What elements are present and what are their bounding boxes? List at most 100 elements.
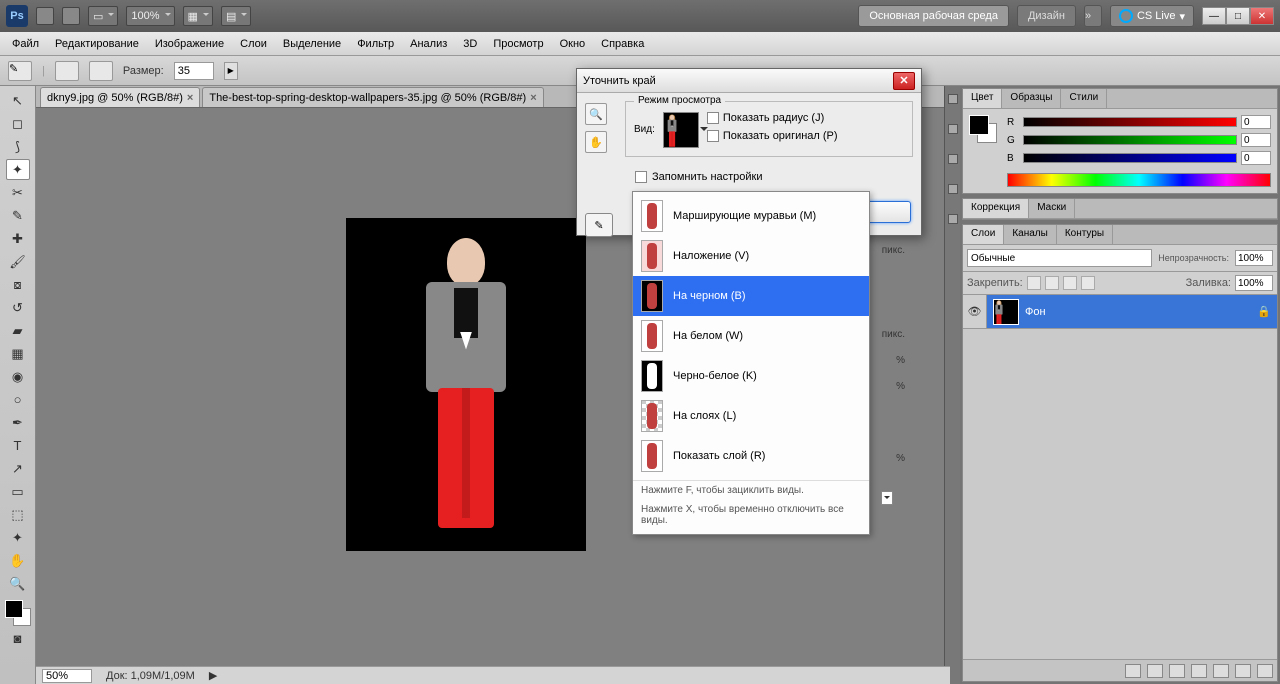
lock-position-icon[interactable] [1045,276,1059,290]
quick-mask-icon[interactable]: ◙ [6,628,30,649]
menu-Редактирование[interactable]: Редактирование [47,34,147,54]
view-option[interactable]: Показать слой (R) [633,436,869,476]
view-option[interactable]: На белом (W) [633,316,869,356]
b-input[interactable] [1241,151,1271,165]
path-tool-icon[interactable]: ↗ [6,458,30,479]
g-input[interactable] [1241,133,1271,147]
gradient-tool-icon[interactable]: ▦ [6,343,30,364]
r-slider[interactable] [1023,117,1237,127]
show-original-checkbox[interactable]: Показать оригинал (P) [707,130,838,142]
zoom-tool-icon[interactable]: 🔍 [585,103,607,125]
delete-icon[interactable] [1257,664,1273,678]
mask-icon[interactable] [1169,664,1185,678]
quick-select-tool-icon[interactable]: ✦ [6,159,30,180]
blend-mode-dropdown[interactable]: Обычные [967,249,1152,267]
pen-tool-icon[interactable]: ✒ [6,412,30,433]
close-button[interactable]: ✕ [1250,7,1274,25]
eyedropper-tool-icon[interactable]: ✎ [6,205,30,226]
menu-Окно[interactable]: Окно [552,34,594,54]
crop-tool-icon[interactable]: ✂ [6,182,30,203]
panel-tab[interactable]: Маски [1029,199,1075,218]
bridge-icon[interactable] [36,7,54,25]
b-slider[interactable] [1023,153,1237,163]
dialog-titlebar[interactable]: Уточнить край ✕ [577,69,921,93]
g-slider[interactable] [1023,135,1237,145]
menu-3D[interactable]: 3D [455,34,485,54]
fx-icon[interactable] [1147,664,1163,678]
brush-panel-icon[interactable] [89,61,113,81]
spectrum-bar[interactable] [1007,173,1271,187]
panel-tab[interactable]: Слои [963,225,1004,244]
type-tool-icon[interactable]: T [6,435,30,456]
opacity-input[interactable] [1235,250,1273,266]
remember-checkbox[interactable] [635,171,647,183]
lock-pixels-icon[interactable] [1027,276,1041,290]
blur-tool-icon[interactable]: ◉ [6,366,30,387]
panel-tab[interactable]: Коррекция [963,199,1029,218]
dock-icon[interactable] [948,154,958,164]
stamp-tool-icon[interactable]: ⧇ [6,274,30,295]
view-option[interactable]: Черно-белое (K) [633,356,869,396]
brush-size-input[interactable] [174,62,214,80]
history-brush-tool-icon[interactable]: ↺ [6,297,30,318]
shape-tool-icon[interactable]: ▭ [6,481,30,502]
view-option[interactable]: На черном (B) [633,276,869,316]
workspace-essentials[interactable]: Основная рабочая среда [858,5,1009,27]
menu-Фильтр[interactable]: Фильтр [349,34,402,54]
show-radius-checkbox[interactable]: Показать радиус (J) [707,112,838,124]
extras-dropdown[interactable]: ▤ [221,6,251,26]
status-arrow-icon[interactable]: ▶ [209,669,217,682]
view-option[interactable]: На слоях (L) [633,396,869,436]
menu-Выделение[interactable]: Выделение [275,34,349,54]
cslive-button[interactable]: CS Live ▾ [1110,5,1194,27]
lock-full-icon[interactable] [1081,276,1095,290]
panel-tab[interactable]: Цвет [963,89,1002,108]
link-layers-icon[interactable] [1125,664,1141,678]
panel-tab[interactable]: Образцы [1002,89,1061,108]
color-swatches[interactable] [5,600,31,626]
eraser-tool-icon[interactable]: ▰ [6,320,30,341]
menu-Слои[interactable]: Слои [232,34,275,54]
camera-tool-icon[interactable]: ✦ [6,527,30,548]
dock-icon[interactable] [948,214,958,224]
menu-Изображение[interactable]: Изображение [147,34,232,54]
dodge-tool-icon[interactable]: ○ [6,389,30,410]
marquee-tool-icon[interactable]: ◻ [6,113,30,134]
view-option[interactable]: Марширующие муравьи (M) [633,196,869,236]
new-layer-icon[interactable] [1235,664,1251,678]
panel-tab[interactable]: Каналы [1004,225,1057,244]
document-tab[interactable]: dkny9.jpg @ 50% (RGB/8#)× [40,87,200,107]
dialog-close-button[interactable]: ✕ [893,72,915,90]
panel-tab[interactable]: Контуры [1057,225,1113,244]
panel-tab[interactable]: Стили [1061,89,1107,108]
menu-Анализ[interactable]: Анализ [402,34,455,54]
brush-size-arrow[interactable]: ▶ [224,62,238,80]
move-tool-icon[interactable]: ↖ [6,90,30,111]
adjustment-icon[interactable] [1191,664,1207,678]
arrange-dropdown[interactable]: ▦ [183,6,213,26]
menu-Справка[interactable]: Справка [593,34,652,54]
layer-row[interactable]: 👁 Фон 🔒 [963,295,1277,329]
fill-input[interactable] [1235,275,1273,291]
visibility-icon[interactable]: 👁 [963,295,987,328]
group-icon[interactable] [1213,664,1229,678]
workspace-more[interactable]: » [1084,5,1102,27]
r-input[interactable] [1241,115,1271,129]
brush-preset-icon[interactable] [55,61,79,81]
panel-color-swatch[interactable] [969,115,997,143]
lock-all-icon[interactable] [1063,276,1077,290]
menu-Просмотр[interactable]: Просмотр [485,34,551,54]
zoom-dropdown[interactable]: 100% [126,6,174,26]
layer-thumbnail[interactable] [993,299,1019,325]
hand-tool-icon[interactable]: ✋ [6,550,30,571]
dock-icon[interactable] [948,94,958,104]
healing-tool-icon[interactable]: ✚ [6,228,30,249]
minimize-button[interactable]: — [1202,7,1226,25]
3d-tool-icon[interactable]: ⬚ [6,504,30,525]
hand-tool-icon[interactable]: ✋ [585,131,607,153]
output-dropdown[interactable] [881,491,893,505]
dock-icon[interactable] [948,184,958,194]
tab-close-icon[interactable]: × [187,92,193,104]
zoom-tool-icon[interactable]: 🔍 [6,573,30,594]
dock-icon[interactable] [948,124,958,134]
